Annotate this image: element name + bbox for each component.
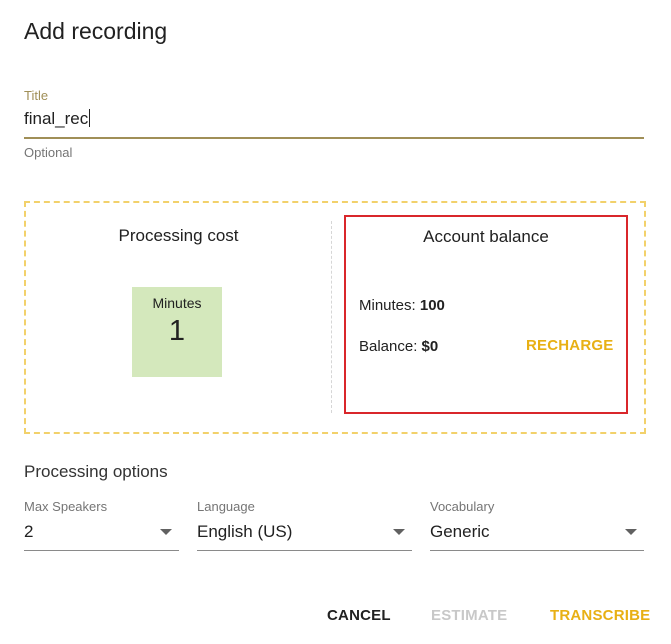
recharge-button[interactable]: RECHARGE bbox=[526, 337, 613, 354]
minutes-cost-tile: Minutes 1 bbox=[132, 287, 222, 377]
balance-minutes-label: Minutes: bbox=[359, 297, 416, 314]
vocabulary-label: Vocabulary bbox=[430, 499, 495, 514]
account-balance-heading: Account balance bbox=[423, 227, 549, 246]
dialog-title: Add recording bbox=[24, 18, 168, 44]
language-value: English (US) bbox=[197, 522, 293, 541]
vocabulary-value: Generic bbox=[430, 522, 490, 541]
title-input-value: final_rec bbox=[24, 109, 89, 128]
title-input[interactable]: final_rec bbox=[24, 109, 644, 137]
balance-amount-label: Balance: bbox=[359, 338, 418, 355]
max-speakers-value: 2 bbox=[24, 522, 34, 541]
minutes-tile-label: Minutes bbox=[152, 295, 202, 311]
vocabulary-select[interactable]: Vocabulary Generic bbox=[430, 499, 644, 551]
title-field-hint: Optional bbox=[24, 145, 73, 160]
max-speakers-select[interactable]: Max Speakers 2 bbox=[24, 499, 179, 551]
balance-minutes-value: 100 bbox=[419, 297, 445, 314]
account-balance-panel: Account balance Minutes: 100 Balance: $0… bbox=[344, 215, 628, 414]
processing-options-heading: Processing options bbox=[24, 462, 168, 481]
title-field-label: Title bbox=[24, 88, 49, 103]
text-caret bbox=[89, 109, 91, 127]
chevron-down-icon[interactable] bbox=[160, 529, 172, 535]
estimate-button[interactable]: ESTIMATE bbox=[431, 607, 507, 624]
balance-minutes-row: Minutes: 100 bbox=[359, 297, 445, 314]
vocabulary-control[interactable]: Generic bbox=[430, 520, 644, 551]
cost-summary-panel: Processing cost Minutes 1 Account balanc… bbox=[24, 201, 646, 434]
panel-divider bbox=[331, 221, 332, 413]
chevron-down-icon[interactable] bbox=[625, 529, 637, 535]
processing-cost-heading: Processing cost bbox=[118, 226, 239, 245]
balance-amount-value: $0 bbox=[421, 338, 439, 355]
language-select[interactable]: Language English (US) bbox=[197, 499, 412, 551]
cancel-button[interactable]: CANCEL bbox=[327, 607, 391, 624]
chevron-down-icon[interactable] bbox=[393, 529, 405, 535]
minutes-tile-value: 1 bbox=[168, 315, 186, 347]
max-speakers-label: Max Speakers bbox=[24, 499, 108, 514]
transcribe-button[interactable]: TRANSCRIBE bbox=[550, 607, 650, 624]
balance-amount-row: Balance: $0 bbox=[359, 338, 438, 355]
language-control[interactable]: English (US) bbox=[197, 520, 412, 551]
language-label: Language bbox=[197, 499, 255, 514]
title-field[interactable]: Title final_rec Optional bbox=[24, 88, 644, 160]
max-speakers-control[interactable]: 2 bbox=[24, 520, 179, 551]
title-field-underline bbox=[24, 137, 644, 139]
